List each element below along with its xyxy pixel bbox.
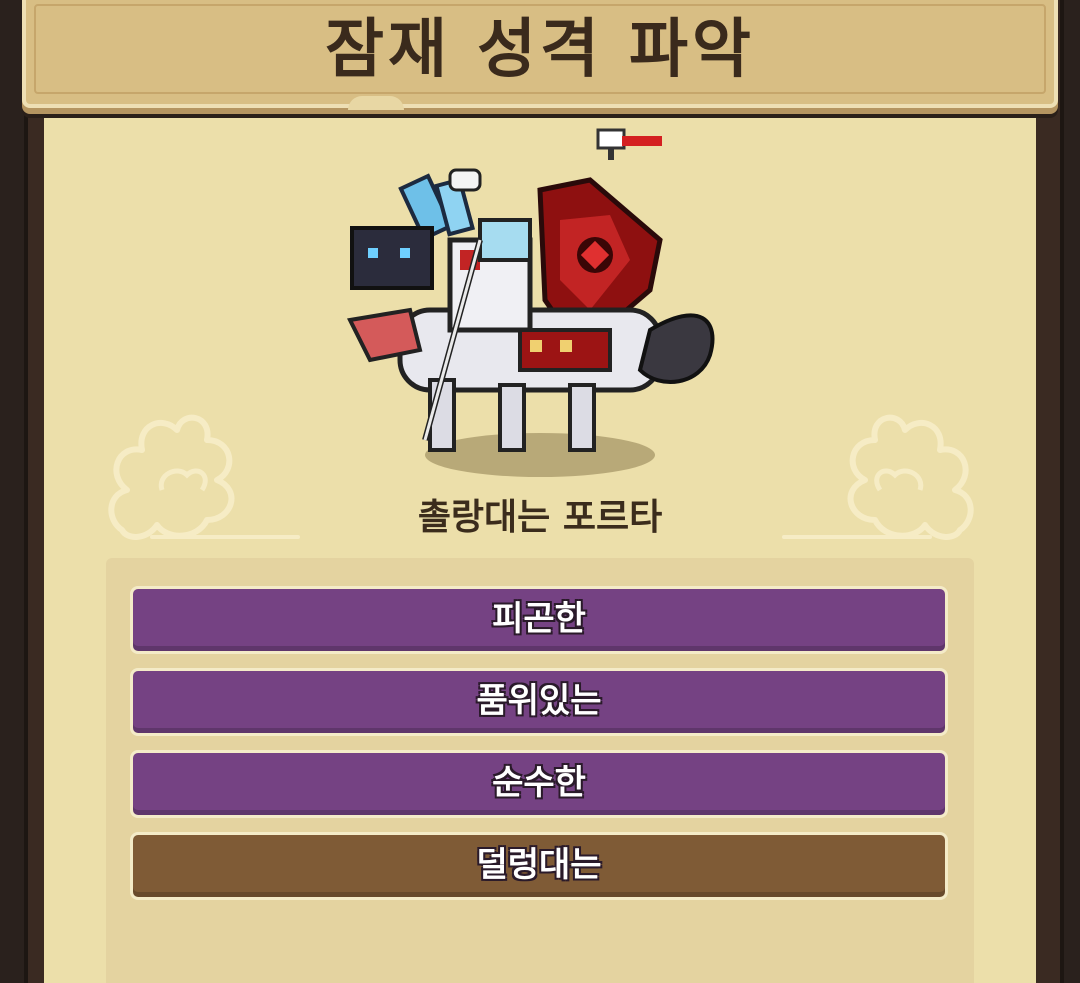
personality-screen: 잠재 성격 파악 촐랑대는 포르타 피곤한 품위있는 순수한 덜렁대는 xyxy=(0,0,1080,983)
option-button-2[interactable]: 품위있는 xyxy=(130,668,948,736)
page-title: 잠재 성격 파악 xyxy=(325,13,755,87)
title-bar: 잠재 성격 파악 xyxy=(22,0,1058,108)
character-name: 촐랑대는 포르타 xyxy=(417,497,663,538)
option-button-4[interactable]: 덜렁대는 xyxy=(130,832,948,900)
option-button-3[interactable]: 순수한 xyxy=(130,750,948,818)
title-notch xyxy=(348,96,404,110)
character-sprite-icon xyxy=(347,128,715,477)
bird-icon xyxy=(596,128,662,160)
option-button-1[interactable]: 피곤한 xyxy=(130,586,948,654)
